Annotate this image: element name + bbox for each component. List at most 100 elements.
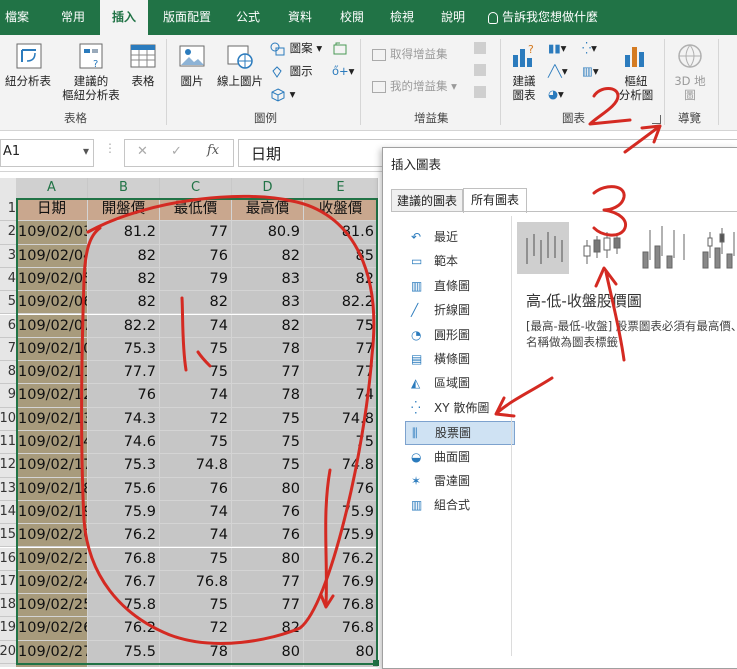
scatter-chart-button[interactable]: ⁛▾ xyxy=(582,39,597,57)
row-header[interactable]: 15 xyxy=(0,524,17,548)
select-all-corner[interactable] xyxy=(0,178,17,199)
my-addins-button[interactable]: 我的增益集 ▾ xyxy=(372,77,457,95)
shapes-button[interactable]: 圖案 ▾ xyxy=(270,39,322,57)
row-header[interactable]: 11 xyxy=(0,431,17,455)
tab-review[interactable]: 校閱 xyxy=(330,0,374,35)
row-header[interactable]: 5 xyxy=(0,291,17,315)
column-header-c[interactable]: C xyxy=(160,178,232,200)
picture-button[interactable]: 圖片 xyxy=(172,41,212,88)
tab-help[interactable]: 說明 xyxy=(431,0,475,35)
chart-category-item[interactable]: ▥ 組合式 xyxy=(405,494,513,516)
recommended-pivot-label-1: 建議的 xyxy=(73,74,109,88)
tab-formulas[interactable]: 公式 xyxy=(226,0,270,35)
tell-me-box[interactable]: 告訴我您想做什麼 xyxy=(488,0,648,35)
row-header[interactable]: 16 xyxy=(0,547,17,571)
tab-view[interactable]: 檢視 xyxy=(380,0,424,35)
row-header[interactable]: 10 xyxy=(0,407,17,431)
row-header[interactable]: 8 xyxy=(0,361,17,385)
row-header[interactable]: 18 xyxy=(0,594,17,618)
vhlc-stock-thumbnail[interactable] xyxy=(637,222,689,274)
visio-button[interactable] xyxy=(474,85,486,103)
online-picture-button[interactable]: 線上圖片 xyxy=(214,41,266,88)
bing-maps-button[interactable] xyxy=(474,41,486,59)
chart-category-item[interactable]: ✶ 雷達圖 xyxy=(405,470,513,492)
column-header-b[interactable]: B xyxy=(88,178,160,200)
row-header[interactable]: 3 xyxy=(0,244,17,268)
tab-data[interactable]: 資料 xyxy=(278,0,322,35)
row-header[interactable]: 9 xyxy=(0,384,17,408)
chart-category-item[interactable]: ◔ 圓形圖 xyxy=(405,324,513,346)
chart-category-icon: ▥ xyxy=(411,278,423,293)
pie-chart-button[interactable]: ◕▾ xyxy=(548,85,564,103)
chart-category-icon: ▥ xyxy=(411,498,423,513)
people-graph-button[interactable] xyxy=(474,63,486,81)
3d-model-button[interactable]: ▾ xyxy=(270,85,295,103)
tab-insert[interactable]: 插入 xyxy=(100,0,148,37)
row-header[interactable]: 12 xyxy=(0,454,17,478)
recommended-charts-button[interactable]: ? 建議 圖表 xyxy=(504,41,544,102)
name-box[interactable]: A1 ▾ xyxy=(0,139,94,167)
vohlc-stock-thumbnail[interactable] xyxy=(697,222,737,274)
combo-chart-icon: ▥ xyxy=(582,64,593,78)
row-header[interactable]: 6 xyxy=(0,314,17,338)
table-button[interactable]: 表格 xyxy=(124,41,162,88)
plus-icon: ő+ xyxy=(332,64,349,78)
get-addins-button[interactable]: 取得增益集 xyxy=(372,45,448,63)
row-header[interactable]: 13 xyxy=(0,477,17,501)
screenshot-button[interactable] xyxy=(332,39,348,57)
chart-category-item[interactable]: ◒ 曲面圖 xyxy=(405,446,513,468)
ohlc-stock-thumbnail[interactable] xyxy=(577,222,629,274)
3d-map-button[interactable]: 3D 地 圖 xyxy=(668,41,712,102)
chart-category-item[interactable]: ▤ 橫條圖 xyxy=(405,348,513,370)
column-header-d[interactable]: D xyxy=(232,178,304,200)
row-header[interactable]: 17 xyxy=(0,570,17,595)
chart-category-icon: ▤ xyxy=(411,352,423,366)
recommended-pivot-label-2: 樞紐分析表 xyxy=(62,88,120,102)
column-header-a[interactable]: A xyxy=(16,178,88,200)
chart-category-item[interactable]: ⫼ 股票圖 xyxy=(405,421,515,446)
row-header[interactable]: 2 xyxy=(0,221,17,245)
chart-category-item[interactable]: ⁛ XY 散佈圖 xyxy=(405,397,513,419)
recommended-pivot-button[interactable]: ? 建議的 樞紐分析表 xyxy=(58,41,124,102)
cancel-icon[interactable]: ✕ xyxy=(137,144,148,159)
chart-category-item[interactable]: ◭ 區域圖 xyxy=(405,372,513,394)
chart-category-item[interactable]: ↶ 最近 xyxy=(405,226,513,248)
pivot-chart-icon xyxy=(625,47,644,67)
add-shape-button[interactable]: ő+▾ xyxy=(332,62,354,80)
pivot-table-icon xyxy=(16,43,42,69)
chart-category-item[interactable]: ▥ 直條圖 xyxy=(405,275,513,297)
row-header[interactable]: 14 xyxy=(0,500,17,525)
pivot-table-button[interactable]: 紐分析表 xyxy=(0,41,56,88)
tab-page-layout[interactable]: 版面配置 xyxy=(154,0,220,35)
combo-chart-button[interactable]: ▥▾ xyxy=(582,62,599,80)
chart-subtype-title: 高-低-收盤股價圖 xyxy=(526,292,642,310)
tab-file[interactable]: 檔案 xyxy=(0,0,34,35)
cube-icon xyxy=(271,87,285,102)
insert-function-icon[interactable]: fx xyxy=(207,143,219,158)
pivot-chart-button[interactable]: 樞紐 分析圖 xyxy=(610,41,662,102)
dialog-body: ↶ 最近 ▭ 範本 ▥ 直條圖 ╱ 折線圖 ◔ 圓形圖 ▤ 橫條圖 ◭ 區域圖 ⁛ XY 散佈圖 ⫼ 股票圖 ◒ 曲面… xyxy=(391,211,737,662)
fill-handle[interactable] xyxy=(373,660,379,666)
chart-category-item[interactable]: ▭ 範本 xyxy=(405,250,513,272)
hlc-stock-thumbnail[interactable] xyxy=(517,222,569,274)
row-header[interactable]: 7 xyxy=(0,337,17,362)
column-chart-button[interactable]: ▮▮▾ xyxy=(548,39,566,57)
row-header[interactable]: 20 xyxy=(0,640,17,664)
row-header[interactable]: 4 xyxy=(0,267,17,292)
enter-icon[interactable]: ✓ xyxy=(171,144,182,159)
name-box-value: A1 xyxy=(3,144,21,159)
tab-recommended-charts[interactable]: 建議的圖表 xyxy=(391,189,463,212)
row-header[interactable]: 1 xyxy=(0,198,17,222)
chart-category-label: 直條圖 xyxy=(434,278,471,293)
smartart-button[interactable]: 圖示 xyxy=(270,62,313,80)
my-addins-label: 我的增益集 xyxy=(390,79,448,93)
column-header-e[interactable]: E xyxy=(304,178,378,200)
table-label: 表格 xyxy=(131,74,155,88)
tab-home[interactable]: 常用 xyxy=(50,0,96,35)
chart-category-item[interactable]: ╱ 折線圖 xyxy=(405,299,513,321)
tab-all-charts[interactable]: 所有圖表 xyxy=(463,188,527,213)
line-chart-button[interactable]: ╱╲▾ xyxy=(548,62,568,80)
screenshot-icon xyxy=(333,42,347,54)
dialog-launcher-icon[interactable] xyxy=(652,115,661,124)
row-header[interactable]: 19 xyxy=(0,617,17,641)
